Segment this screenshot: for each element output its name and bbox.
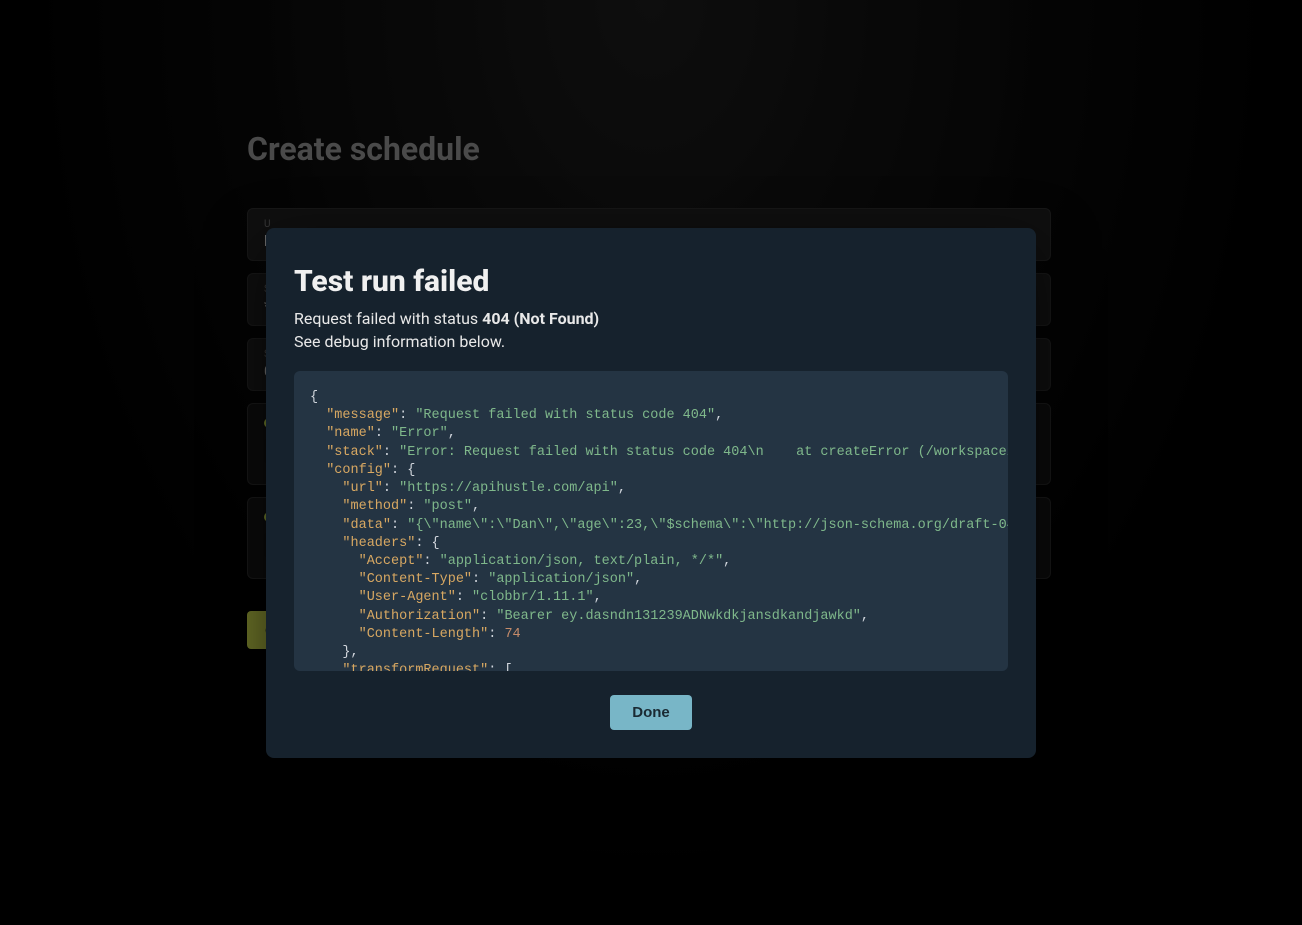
modal-info: See debug information below. — [294, 332, 1008, 351]
status-code: 404 (Not Found) — [482, 309, 599, 328]
modal-overlay: Test run failed Request failed with stat… — [0, 0, 1302, 925]
modal-title: Test run failed — [294, 264, 1008, 299]
modal-subtitle: Request failed with status 404 (Not Foun… — [294, 309, 1008, 328]
subtitle-prefix: Request failed with status — [294, 309, 482, 328]
done-button[interactable]: Done — [610, 695, 692, 730]
modal-actions: Done — [294, 695, 1008, 730]
test-run-failed-modal: Test run failed Request failed with stat… — [266, 228, 1036, 758]
debug-code-block[interactable]: { "message": "Request failed with status… — [294, 371, 1008, 671]
